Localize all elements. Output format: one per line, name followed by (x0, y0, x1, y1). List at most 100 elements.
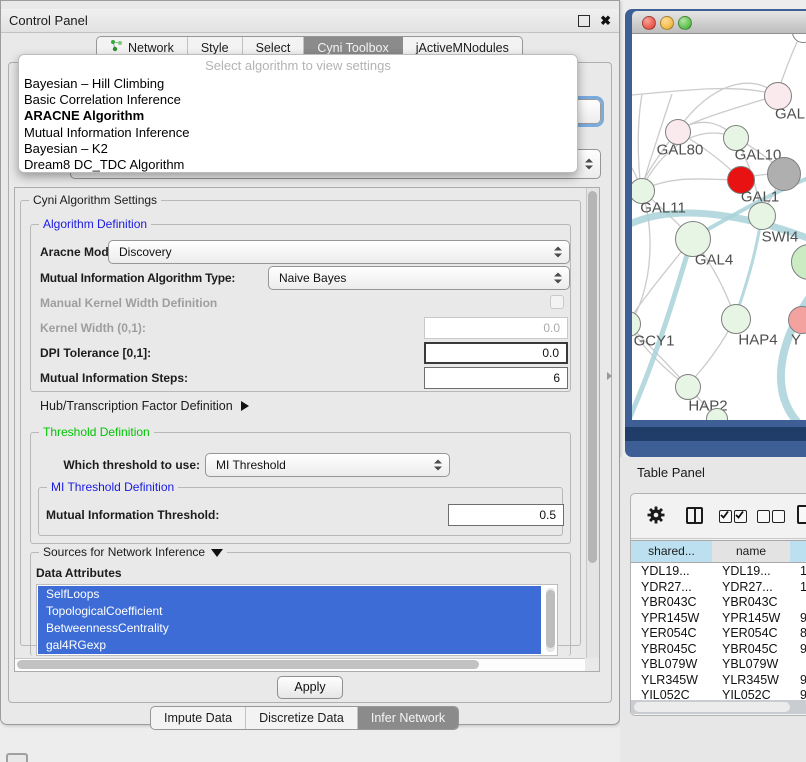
column-header-name[interactable]: name (712, 540, 791, 563)
table-toolbar-divider (631, 538, 806, 539)
mi-steps-field[interactable]: 6 (424, 367, 568, 389)
tab-label: Impute Data (164, 707, 232, 729)
dpi-tolerance-field[interactable]: 0.0 (424, 342, 568, 364)
sources-title-wrap[interactable]: Sources for Network Inference (39, 545, 227, 559)
show-columns-icon[interactable] (719, 510, 732, 523)
network-node[interactable] (767, 157, 801, 191)
algorithm-option-basic-correlation-inference[interactable]: Basic Correlation Inference (19, 92, 577, 108)
algorithm-option-dream8-dc-tdc-algorithm[interactable]: Dream8 DC_TDC Algorithm (19, 157, 577, 173)
table-cell[interactable]: 9. (800, 673, 806, 687)
which-threshold-combo[interactable]: MI Threshold (205, 453, 450, 477)
control-panel-titlebar[interactable]: Control Panel ✖ (1, 9, 619, 33)
mi-type-label: Mutual Information Algorithm Type: (40, 266, 235, 290)
split-view-icon[interactable] (686, 507, 703, 524)
node-label-y: Y (791, 332, 801, 349)
network-node[interactable] (792, 34, 806, 43)
table-cell[interactable]: 12 (800, 580, 806, 594)
attribute-gal4rgexp[interactable]: gal4RGexp (38, 637, 541, 654)
splitpane-handle[interactable] (607, 372, 612, 380)
network-node-hap4[interactable] (721, 304, 751, 334)
which-threshold-value: MI Threshold (216, 458, 286, 472)
table-cell[interactable]: YLR345W (641, 673, 698, 687)
sources-title: Sources for Network Inference (43, 545, 205, 559)
docked-icon-fragment[interactable] (6, 753, 28, 762)
table-hscrollbar-thumb[interactable] (634, 702, 790, 712)
node-label-gal80: GAL80 (657, 142, 704, 159)
bottom-tab-impute-data[interactable]: Impute Data (151, 707, 246, 729)
network-node-hap2[interactable] (675, 374, 701, 400)
attribute-items: SelfLoopsTopologicalCoefficientBetweenne… (38, 586, 541, 654)
minimize-traffic-icon[interactable] (660, 16, 674, 30)
table-cell[interactable]: YDL19... (722, 564, 771, 578)
network-node[interactable] (791, 244, 806, 280)
gear-icon[interactable] (646, 505, 666, 525)
table-cell[interactable]: YER054C (641, 626, 697, 640)
settings-vscrollbar-thumb[interactable] (588, 191, 597, 563)
hub-definition-section[interactable]: Hub/Transcription Factor Definition (40, 399, 249, 413)
close-traffic-icon[interactable] (642, 16, 656, 30)
manual-kernel-checkbox[interactable] (550, 295, 564, 309)
bottom-tab-discretize-data[interactable]: Discretize Data (246, 707, 358, 729)
table-cell[interactable]: YDR27... (722, 580, 773, 594)
network-node-swi4[interactable] (748, 202, 776, 230)
table-cell[interactable]: YBL079W (641, 657, 697, 671)
table-cell[interactable]: 9. (800, 611, 806, 625)
table-cell[interactable]: YER054C (722, 626, 778, 640)
expand-right-icon[interactable] (241, 401, 249, 411)
table-cell[interactable]: YLR345W (722, 673, 779, 687)
mi-type-combo[interactable]: Naive Bayes (268, 266, 570, 290)
collapse-down-icon[interactable] (211, 549, 223, 557)
show-columns-icon-2[interactable] (734, 510, 747, 523)
table-cell[interactable]: YPR145W (641, 611, 699, 625)
node-label-hap4: HAP4 (738, 332, 777, 349)
algorithm-option-aracne-algorithm[interactable]: ARACNE Algorithm (19, 108, 577, 124)
aracne-mode-combo[interactable]: Discovery (108, 240, 570, 264)
network-node-y[interactable] (788, 306, 806, 334)
kernel-width-field[interactable]: 0.0 (424, 317, 568, 339)
algorithm-option-mutual-information-inference[interactable]: Mutual Information Inference (19, 125, 577, 141)
table-cell[interactable]: 9. (800, 642, 806, 656)
settings-hscrollbar-thumb[interactable] (17, 660, 479, 669)
aracne-mode-value: Discovery (119, 245, 172, 259)
attr-list-scrollbar-thumb[interactable] (546, 590, 555, 648)
attribute-selfloops[interactable]: SelfLoops (38, 586, 541, 603)
table-cell[interactable]: 8. (800, 626, 806, 640)
table-cell[interactable]: YBR043C (722, 595, 778, 609)
column-header-shared[interactable]: shared... (631, 540, 713, 563)
bottom-tab-infer-network[interactable]: Infer Network (358, 707, 458, 729)
network-canvas[interactable]: GALGAL80GAL10GAL1SWI4GAL11GAL4GCY1HAP4YH… (632, 34, 806, 420)
node-label-gal11: GAL11 (640, 200, 686, 217)
threshold-definition-title: Threshold Definition (39, 425, 154, 439)
manual-kernel-label: Manual Kernel Width Definition (40, 294, 217, 312)
table-cell[interactable]: YBR045C (641, 642, 697, 656)
table-cell[interactable]: YDL19... (641, 564, 690, 578)
table-cell[interactable]: 13 (800, 564, 806, 578)
table-cell[interactable]: YDR27... (641, 580, 692, 594)
attribute-topologicalcoefficient[interactable]: TopologicalCoefficient (38, 603, 541, 620)
table-cell[interactable]: YBL079W (722, 657, 778, 671)
algorithm-option-bayesian-k2[interactable]: Bayesian – K2 (19, 141, 577, 157)
algorithm-option-bayesian-hill-climbing[interactable]: Bayesian – Hill Climbing (19, 76, 577, 92)
network-window-bottom-band (625, 427, 806, 441)
table-cell[interactable]: YBR045C (722, 642, 778, 656)
table-cell[interactable]: YPR145W (722, 611, 780, 625)
close-icon[interactable]: ✖ (600, 16, 611, 26)
network-window-titlebar[interactable] (632, 11, 806, 34)
data-attributes-list[interactable]: SelfLoopsTopologicalCoefficientBetweenne… (36, 584, 558, 656)
attribute-betweennesscentrality[interactable]: BetweennessCentrality (38, 620, 541, 637)
float-icon[interactable] (578, 15, 590, 27)
zoom-traffic-icon[interactable] (678, 16, 692, 30)
table-cell[interactable]: YBR043C (641, 595, 697, 609)
mi-threshold-field[interactable]: 0.5 (448, 504, 564, 526)
column-header-a[interactable]: A (790, 540, 806, 563)
cyni-algorithm-settings-title: Cyni Algorithm Settings (29, 193, 161, 207)
file-icon[interactable] (797, 505, 806, 524)
cyni-bottom-tab-bar: Impute Data Discretize DataInfer Network (150, 706, 459, 730)
hide-columns-icon-2[interactable] (772, 510, 785, 523)
algorithm-definition-title: Algorithm Definition (39, 217, 151, 231)
algorithm-select-popup: Select algorithm to view settings Bayesi… (18, 54, 578, 173)
hide-columns-icon[interactable] (757, 510, 770, 523)
which-threshold-label: Which threshold to use: (55, 453, 200, 477)
control-panel-title: Control Panel (9, 13, 88, 28)
apply-button[interactable]: Apply (277, 676, 343, 699)
